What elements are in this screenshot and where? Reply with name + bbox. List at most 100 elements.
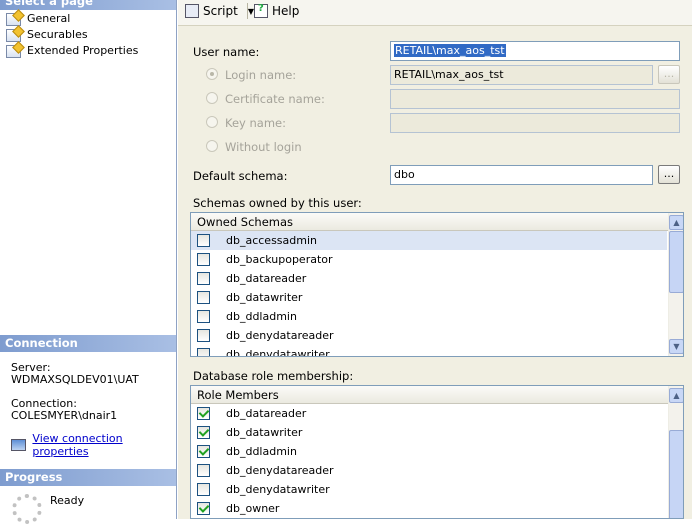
scrollbar-thumb[interactable]: [669, 231, 683, 293]
help-button[interactable]: Help: [254, 2, 299, 20]
default-schema-input[interactable]: dbo: [390, 165, 653, 185]
page-item-label: Securables: [27, 28, 88, 41]
page-item-label: Extended Properties: [27, 44, 139, 57]
owned-schemas-grid[interactable]: Owned Schemas db_accessadmin db_backupope…: [190, 212, 684, 357]
toolbar: Script ▼ Help: [178, 0, 692, 26]
row-name: db_ddladmin: [226, 310, 297, 323]
left-pane: Select a page General Securables Extende…: [0, 0, 177, 524]
script-button[interactable]: Script ▼: [185, 2, 254, 20]
table-row[interactable]: db_denydatareader: [191, 461, 667, 480]
row-checkbox[interactable]: [197, 445, 210, 458]
row-checkbox[interactable]: [197, 348, 210, 356]
row-name: db_denydatareader: [226, 329, 334, 342]
row-name: db_denydatareader: [226, 464, 334, 477]
view-connection-link[interactable]: View connection properties: [32, 432, 176, 458]
default-schema-browse-button[interactable]: ...: [658, 165, 680, 184]
server-value: WDMAXSQLDEV01\UAT: [11, 373, 139, 386]
row-checkbox[interactable]: [197, 483, 210, 496]
without-login-label: Without login: [225, 140, 302, 154]
login-name-radio[interactable]: [206, 68, 218, 80]
certificate-name-input[interactable]: [390, 89, 680, 109]
user-name-label: User name:: [193, 45, 260, 59]
connection-value: COLESMYER\dnair1: [11, 409, 118, 422]
role-members-column-header[interactable]: Role Members: [191, 386, 683, 404]
table-row[interactable]: db_datawriter: [191, 423, 667, 442]
certificate-name-label: Certificate name:: [225, 92, 325, 106]
help-label: Help: [272, 4, 300, 18]
progress-header: Progress: [0, 469, 176, 486]
default-schema-label: Default schema:: [193, 169, 288, 183]
table-row[interactable]: db_denydatareader: [191, 326, 667, 345]
schemas-section-label: Schemas owned by this user:: [193, 196, 362, 210]
page-icon: [6, 28, 21, 42]
table-row[interactable]: db_datawriter: [191, 288, 667, 307]
row-checkbox[interactable]: [197, 272, 210, 285]
user-name-value: RETAIL\max_aos_tst: [394, 44, 506, 57]
certificate-name-radio[interactable]: [206, 92, 218, 104]
connection-properties-icon: [11, 439, 27, 451]
login-browse-button[interactable]: ...: [658, 65, 680, 84]
scroll-up-icon[interactable]: ▲: [669, 388, 683, 403]
progress-status: Ready: [50, 494, 85, 507]
owned-schemas-scrollbar[interactable]: ▲ ▼: [668, 213, 683, 356]
row-name: db_accessadmin: [226, 234, 317, 247]
row-checkbox[interactable]: [197, 234, 210, 247]
row-checkbox[interactable]: [197, 407, 210, 420]
scroll-down-icon[interactable]: ▼: [669, 339, 683, 354]
row-name: db_denydatawriter: [226, 483, 330, 496]
page-item-general[interactable]: General: [6, 11, 70, 27]
view-connection-properties[interactable]: View connection properties: [11, 432, 176, 458]
table-row[interactable]: db_denydatawriter: [191, 345, 667, 357]
row-checkbox[interactable]: [197, 329, 210, 342]
script-icon: [185, 4, 199, 18]
table-row[interactable]: db_denydatawriter: [191, 480, 667, 499]
key-name-radio[interactable]: [206, 116, 218, 128]
toolbar-separator: [247, 3, 248, 19]
user-name-input[interactable]: RETAIL\max_aos_tst: [390, 41, 680, 61]
connection-header: Connection: [0, 335, 176, 352]
row-checkbox[interactable]: [197, 291, 210, 304]
row-name: db_datawriter: [226, 291, 303, 304]
table-row[interactable]: db_datareader: [191, 269, 667, 288]
table-row[interactable]: db_owner: [191, 499, 667, 518]
row-name: db_datareader: [226, 272, 307, 285]
help-icon: [254, 3, 268, 18]
without-login-radio[interactable]: [206, 140, 218, 152]
row-name: db_denydatawriter: [226, 348, 330, 357]
scrollbar-thumb[interactable]: [669, 430, 683, 518]
role-members-grid[interactable]: Role Members db_datareader db_datawriter d…: [190, 385, 684, 519]
row-checkbox[interactable]: [197, 253, 210, 266]
row-checkbox[interactable]: [197, 310, 210, 323]
row-name: db_backupoperator: [226, 253, 333, 266]
row-checkbox[interactable]: [197, 502, 210, 515]
row-name: db_owner: [226, 502, 280, 515]
page-icon: [6, 12, 21, 26]
progress-spinner-icon: [12, 494, 42, 524]
owned-schemas-column-header[interactable]: Owned Schemas: [191, 213, 683, 231]
page-icon: [6, 44, 21, 58]
table-row[interactable]: db_datareader: [191, 404, 667, 423]
table-row[interactable]: db_ddladmin: [191, 307, 667, 326]
page-item-extended-properties[interactable]: Extended Properties: [6, 43, 138, 59]
table-row[interactable]: db_backupoperator: [191, 250, 667, 269]
script-label: Script: [203, 4, 238, 18]
row-name: db_ddladmin: [226, 445, 297, 458]
key-name-label: Key name:: [225, 116, 286, 130]
role-members-rows: db_datareader db_datawriter db_ddladmin db_…: [191, 404, 683, 518]
row-checkbox[interactable]: [197, 426, 210, 439]
key-name-input[interactable]: [390, 113, 680, 133]
table-row[interactable]: db_ddladmin: [191, 442, 667, 461]
row-checkbox[interactable]: [197, 464, 210, 477]
right-pane: Script ▼ Help User name: RETAIL\max_aos_…: [178, 0, 692, 519]
page-item-label: General: [27, 12, 71, 25]
login-name-input[interactable]: RETAIL\max_aos_tst: [390, 65, 653, 85]
row-name: db_datawriter: [226, 426, 303, 439]
owned-schemas-rows: db_accessadmin db_backupoperator db_datare…: [191, 231, 683, 357]
select-page-header: Select a page: [0, 0, 176, 10]
login-name-label: Login name:: [225, 68, 297, 82]
row-name: db_datareader: [226, 407, 307, 420]
role-members-scrollbar[interactable]: ▲: [668, 386, 683, 518]
roles-section-label: Database role membership:: [193, 369, 354, 383]
table-row[interactable]: db_accessadmin: [191, 231, 667, 250]
scroll-up-icon[interactable]: ▲: [669, 215, 683, 230]
